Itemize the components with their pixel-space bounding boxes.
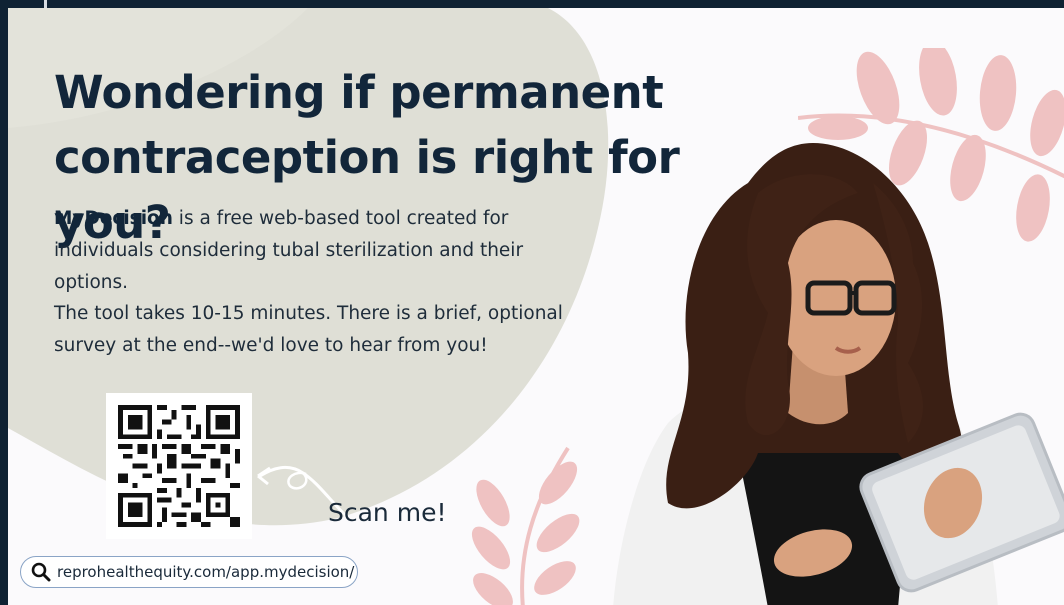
top-border (0, 0, 1064, 8)
brand-name: MyDecision (54, 208, 173, 229)
woman-with-tablet-illustration (613, 143, 1064, 605)
qr-code-icon (118, 405, 240, 527)
search-icon (31, 562, 51, 582)
leaf-branch-bottom (471, 446, 580, 605)
url-pill[interactable]: reprohealthequity.com/app.mydecision/ (20, 556, 358, 588)
details-paragraph: The tool takes 10-15 minutes. There is a… (54, 303, 563, 356)
qr-code[interactable] (106, 393, 252, 539)
url-text[interactable]: reprohealthequity.com/app.mydecision/ (57, 563, 354, 581)
scan-label: Scan me! (328, 498, 447, 527)
headline-line-1: Wondering if permanent (54, 66, 664, 119)
intro-paragraph: MyDecision is a free web-based tool crea… (54, 203, 574, 299)
flyer: Wondering if permanent contraception is … (8, 8, 1064, 605)
divider-tick (44, 0, 47, 8)
